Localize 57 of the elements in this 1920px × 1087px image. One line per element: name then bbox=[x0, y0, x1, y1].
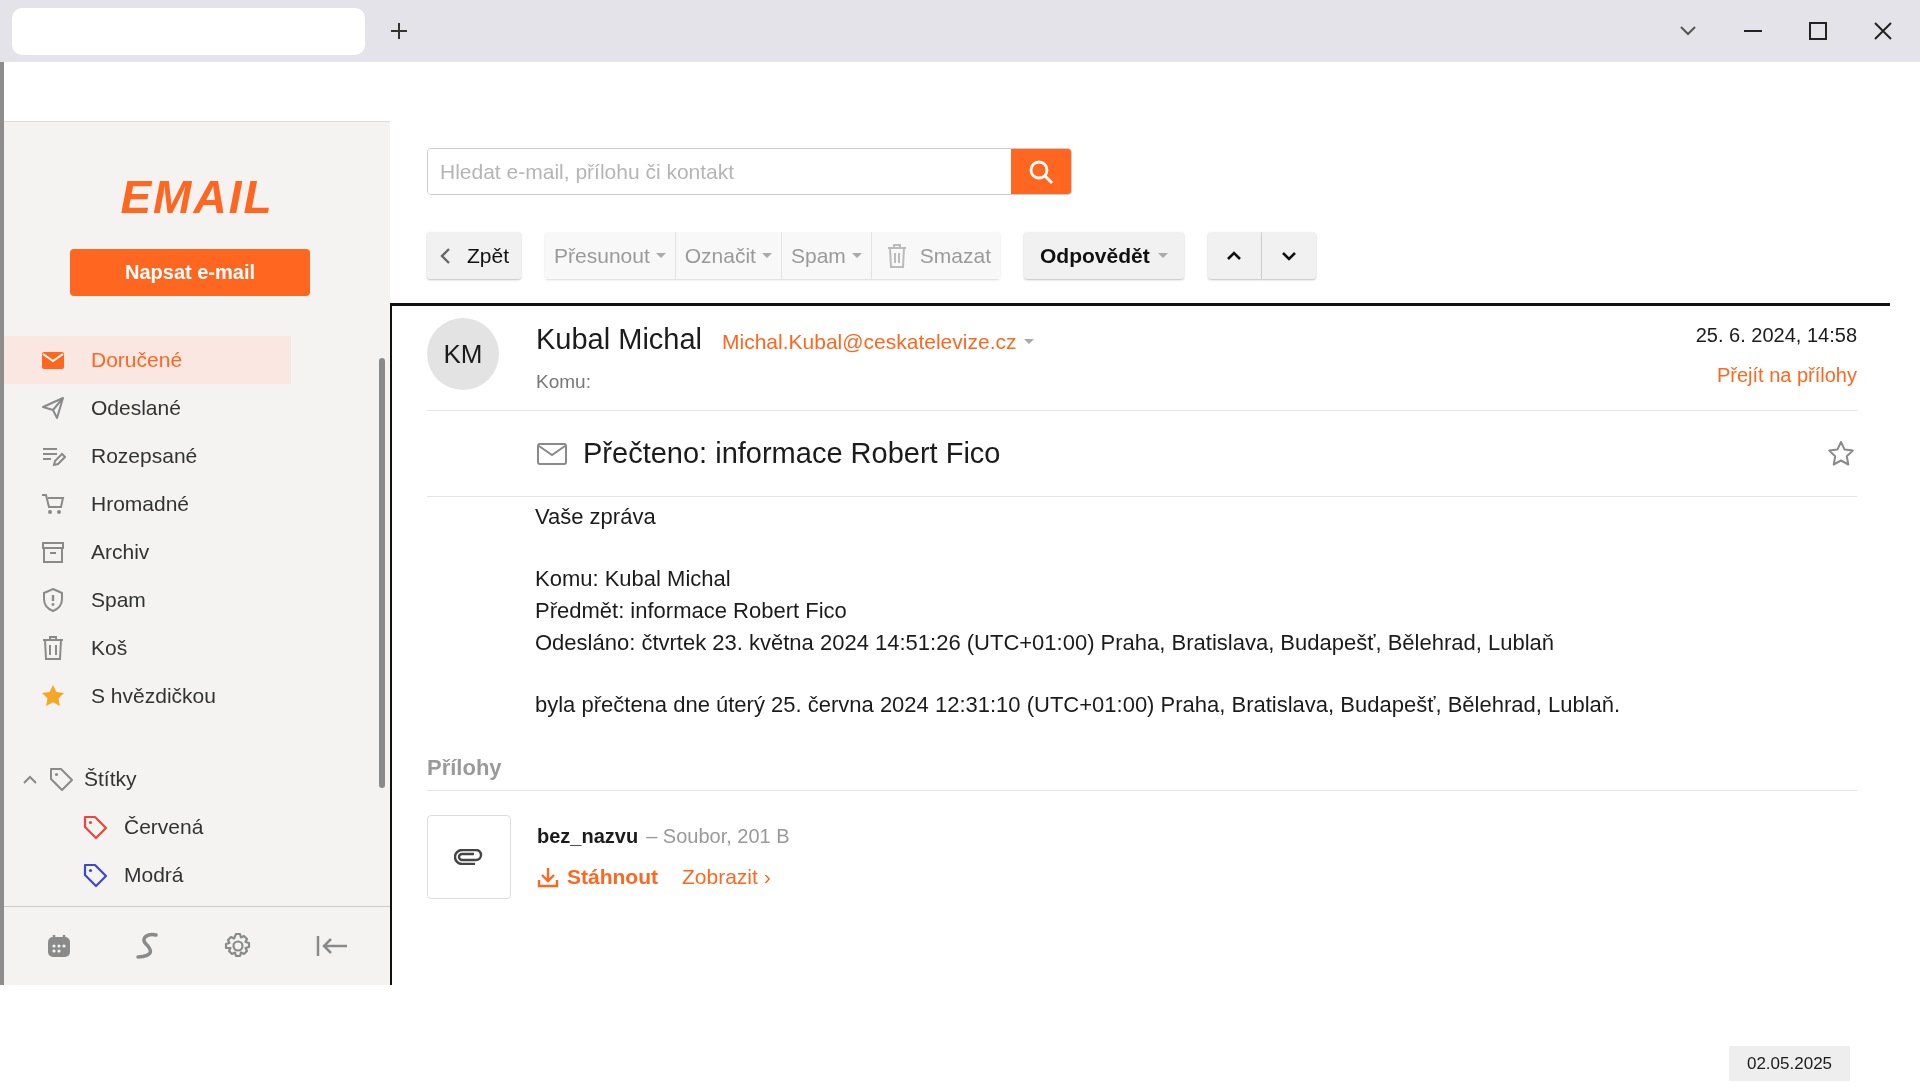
attachment-tile[interactable] bbox=[427, 815, 511, 899]
new-tab-icon[interactable] bbox=[389, 21, 409, 41]
avatar: KM bbox=[427, 318, 499, 390]
close-icon[interactable] bbox=[1874, 22, 1892, 40]
envelope-icon bbox=[537, 442, 567, 465]
folder-item[interactable]: Archiv bbox=[4, 527, 291, 576]
folder-item[interactable]: Spam bbox=[4, 575, 291, 624]
folder-item[interactable]: Koš bbox=[4, 623, 291, 672]
search-icon bbox=[1028, 158, 1054, 185]
labels-header[interactable]: Štítky bbox=[4, 754, 291, 803]
paper-plane-icon bbox=[40, 394, 66, 421]
body-text-line: Komu: Kubal Michal bbox=[535, 565, 732, 593]
message-date: 25. 6. 2024, 14:58 bbox=[1695, 323, 1857, 348]
star-icon[interactable] bbox=[1827, 439, 1855, 468]
trash-icon bbox=[885, 243, 908, 268]
reply-button[interactable]: Odpovědět bbox=[1024, 232, 1184, 279]
shield-icon bbox=[40, 586, 66, 613]
s-logo-icon[interactable] bbox=[136, 932, 160, 960]
folder-item[interactable]: S hvězdičkou bbox=[4, 671, 291, 720]
attachment-info: – Soubor, 201 B bbox=[646, 824, 790, 849]
folder-item[interactable]: Odeslané bbox=[4, 383, 291, 432]
body-text-line: Odesláno: čtvrtek 23. května 2024 14:51:26 (UTC+01:00) Praha, Bratislava, Budapešť, Bělehrad, Lublaň bbox=[535, 629, 1556, 657]
search-button[interactable] bbox=[1011, 149, 1071, 194]
tab-list-icon[interactable] bbox=[1679, 25, 1697, 37]
caret-icon bbox=[761, 253, 772, 258]
search-field[interactable]: Hledat e-mail, přílohu či kontakt bbox=[427, 148, 1072, 195]
attachment-name: bez_nazvu bbox=[537, 824, 639, 849]
collapse-icon[interactable] bbox=[316, 935, 348, 957]
body-text-line: Předmět: informace Robert Fico bbox=[535, 597, 848, 625]
folder-item[interactable]: Rozepsané bbox=[4, 431, 291, 480]
label-item[interactable]: Červená bbox=[4, 802, 291, 851]
caret-icon bbox=[1024, 339, 1035, 345]
caret-icon bbox=[851, 253, 862, 258]
minimize-icon[interactable] bbox=[1744, 29, 1762, 33]
settings-icon[interactable] bbox=[224, 932, 252, 960]
chevron-down-icon bbox=[1279, 249, 1298, 262]
chevron-left-icon bbox=[439, 246, 451, 265]
sender-name: Kubal Michal bbox=[536, 322, 703, 357]
calendar-icon[interactable] bbox=[46, 933, 72, 959]
back-button[interactable]: Zpět bbox=[427, 232, 522, 279]
attachments-heading: Přílohy bbox=[427, 751, 1857, 791]
paperclip-icon bbox=[454, 849, 484, 865]
tag-icon bbox=[48, 765, 74, 792]
to-label: Komu: bbox=[536, 369, 592, 394]
caret-icon bbox=[655, 253, 666, 258]
body-text-line: Vaše zpráva bbox=[535, 503, 657, 531]
caret-icon bbox=[1157, 253, 1168, 258]
date-stamp: 02.05.2025 bbox=[1729, 1046, 1850, 1081]
folder-item[interactable]: Hromadné bbox=[4, 479, 291, 528]
next-message-button[interactable] bbox=[1261, 232, 1316, 279]
label-item[interactable]: Modrá bbox=[4, 850, 291, 899]
trash-icon bbox=[40, 634, 66, 661]
download-icon bbox=[537, 865, 559, 888]
previous-message-button[interactable] bbox=[1207, 232, 1262, 279]
message-subject: Přečteno: informace Robert Fico bbox=[583, 435, 1001, 471]
maximize-icon[interactable] bbox=[1809, 22, 1827, 40]
body-text-line: byla přečtena dne úterý 25. června 2024 12:31:10 (UTC+01:00) Praha, Bratislava, Budapešť, Bělehrad, Lublaň. bbox=[535, 691, 1622, 719]
